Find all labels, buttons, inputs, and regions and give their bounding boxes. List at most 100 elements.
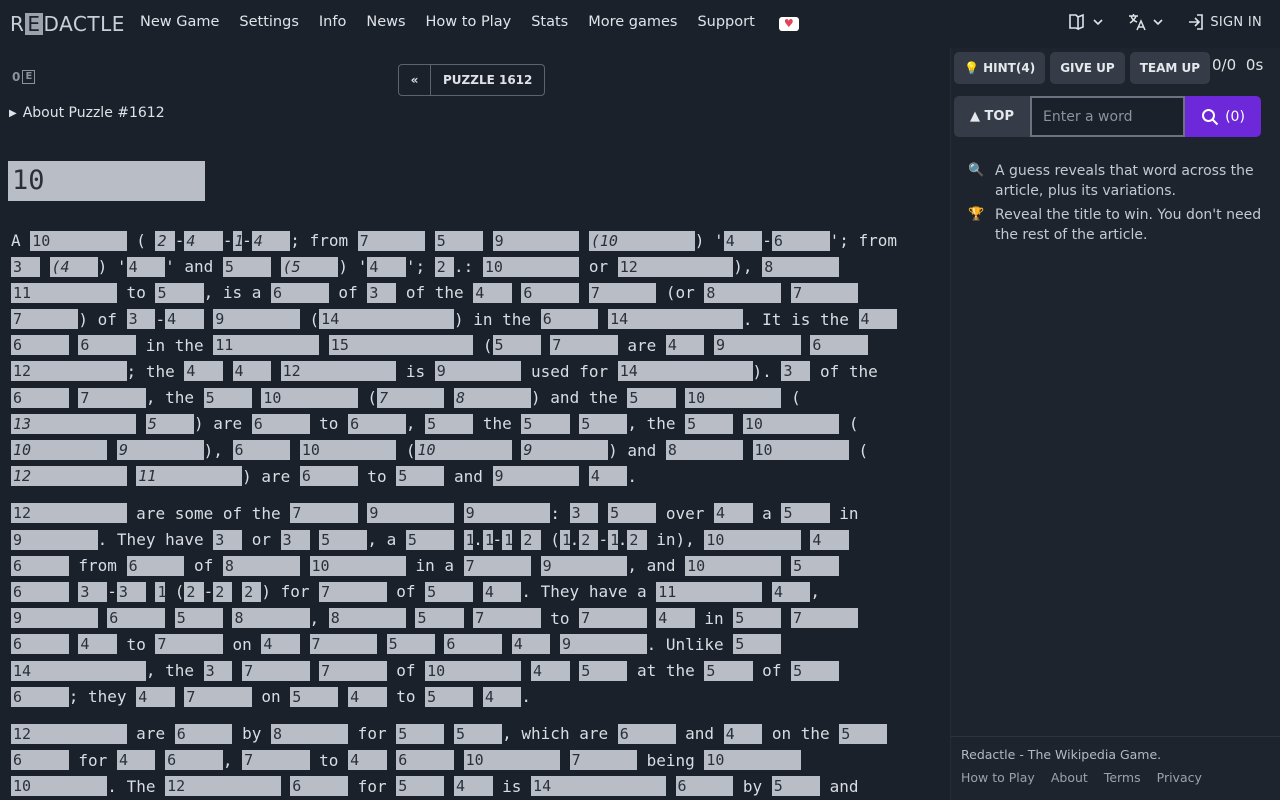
redacted-word[interactable]: 8 [665,440,743,460]
redacted-word[interactable]: 10 [704,750,801,771]
redacted-word[interactable]: 5 [222,256,272,277]
guess-submit-button[interactable]: (0) [1185,96,1261,137]
redacted-word[interactable]: 2 [434,256,454,277]
nav-stats[interactable]: Stats [531,14,568,31]
redacted-word[interactable]: 6 [11,555,69,576]
redacted-word[interactable]: 3 [116,581,146,602]
redacted-word[interactable]: 1 [559,529,571,550]
redacted-word[interactable]: 12 [11,361,127,382]
language-menu[interactable] [1127,12,1165,32]
redacted-word[interactable]: 5 [405,529,454,550]
redacted-word[interactable]: 4 [165,309,204,330]
redacted-word[interactable]: 4 [348,750,387,771]
redacted-word[interactable]: 12 [617,256,734,277]
redacted-word[interactable]: 4 [136,686,175,707]
redacted-word[interactable]: 5 [396,723,445,744]
redacted-word[interactable]: 7 [242,660,310,681]
redacted-word[interactable]: 4 [184,361,223,382]
nav-support[interactable]: Support ♥ [697,14,818,31]
redacted-word[interactable]: 12 [11,723,127,744]
redacted-word[interactable]: 9 [11,608,98,629]
redacted-word[interactable]: 6 [251,413,310,434]
footer-about[interactable]: About [1051,770,1088,785]
redacted-word[interactable]: 10 [425,660,522,681]
redacted-word[interactable]: 4 [251,230,291,251]
redacted-word[interactable]: 8 [232,608,310,629]
redacted-word[interactable]: 2 [184,581,204,602]
redacted-word[interactable]: 6 [675,776,734,797]
redacted-word[interactable]: 7 [290,503,358,524]
redacted-word[interactable]: 7 [376,387,445,408]
redacted-word[interactable]: 1 [463,529,475,550]
nav-new-game[interactable]: New Game [140,14,219,31]
redacted-word[interactable]: 10 [685,387,782,408]
redacted-word[interactable]: 4 [723,230,763,251]
redacted-word[interactable]: 7 [357,230,426,251]
redacted-word[interactable]: 6 [299,466,358,487]
redacted-word[interactable]: 6 [617,723,676,744]
redacted-word[interactable]: 5 [685,413,734,434]
redacted-word[interactable]: 4 [482,686,522,707]
redacted-word[interactable]: (10 [588,230,695,251]
redacted-word[interactable]: 6 [444,634,503,655]
redacted-word[interactable]: 9 [521,440,609,460]
redacted-word[interactable]: 1 [232,230,244,251]
redacted-word[interactable]: 10 [11,440,108,460]
redacted-word[interactable]: 5 [521,413,570,434]
redacted-word[interactable]: 4 [348,686,387,707]
redacted-word[interactable]: 14 [531,776,666,797]
redacted-word[interactable]: 5 [203,387,252,408]
redacted-word[interactable]: 5 [396,776,445,797]
redacted-word[interactable]: 6 [11,686,69,707]
redacted-word[interactable]: 4 [116,750,156,771]
redacted-word[interactable]: 9 [559,634,647,655]
redacted-word[interactable]: 6 [11,387,69,408]
footer-how-to-play[interactable]: How to Play [961,770,1035,785]
redacted-word[interactable]: 3 [126,309,156,330]
team-up-button[interactable]: TEAM UP [1129,52,1211,84]
top-button[interactable]: ▲ TOP [954,96,1030,137]
redacted-word[interactable]: 4 [665,335,705,356]
redacted-word[interactable]: 6 [11,750,69,771]
redacted-word[interactable]: 5 [791,555,840,576]
redacted-word[interactable]: 3 [203,660,233,681]
redacted-word[interactable]: 5 [425,413,474,434]
redacted-word[interactable]: 12 [280,361,397,382]
redacted-word[interactable]: 7 [463,555,532,576]
footer-terms[interactable]: Terms [1104,770,1141,785]
redacted-word[interactable]: 8 [454,387,532,408]
redacted-word[interactable]: 5 [733,608,782,629]
redacted-word[interactable]: 9 [367,503,455,524]
give-up-button[interactable]: GIVE UP [1050,52,1125,84]
redacted-word[interactable]: 4 [184,230,223,251]
redacted-word[interactable]: 3 [280,529,310,550]
redacted-word[interactable]: 7 [155,634,223,655]
redacted-word[interactable]: 9 [11,529,98,550]
nav-how-to-play[interactable]: How to Play [426,14,512,31]
redacted-word[interactable]: 5 [733,634,782,655]
redacted-word[interactable]: 5 [155,282,204,303]
redacted-word[interactable]: 7 [791,608,859,629]
redacted-word[interactable]: 4 [232,361,272,382]
redacted-word[interactable]: 2 [155,230,175,251]
redacted-word[interactable]: 6 [232,440,291,460]
redacted-word[interactable]: 10 [742,413,840,434]
redacted-word[interactable]: 5 [492,335,541,356]
redacted-word[interactable]: 3 [11,256,40,277]
redacted-word[interactable]: 3 [78,581,108,602]
redacted-word[interactable]: 6 [11,581,69,602]
redacted-word[interactable]: 15 [328,335,474,356]
redacted-word[interactable]: 5 [579,660,628,681]
redacted-word[interactable]: 8 [328,608,406,629]
redacted-word[interactable]: 4 [810,529,849,550]
redacted-word[interactable]: 12 [165,776,281,797]
previous-puzzle-button[interactable]: « [399,65,431,95]
redacted-word[interactable]: 7 [309,634,377,655]
redacted-word[interactable]: 11 [656,581,763,602]
logo[interactable]: R E DACTLE [10,12,125,36]
redacted-word[interactable]: 7 [319,581,387,602]
redacted-word[interactable]: 6 [540,309,599,330]
redacted-word[interactable]: 9 [492,230,580,251]
redacted-word[interactable]: 7 [588,282,657,303]
redacted-word[interactable]: 5 [791,660,840,681]
